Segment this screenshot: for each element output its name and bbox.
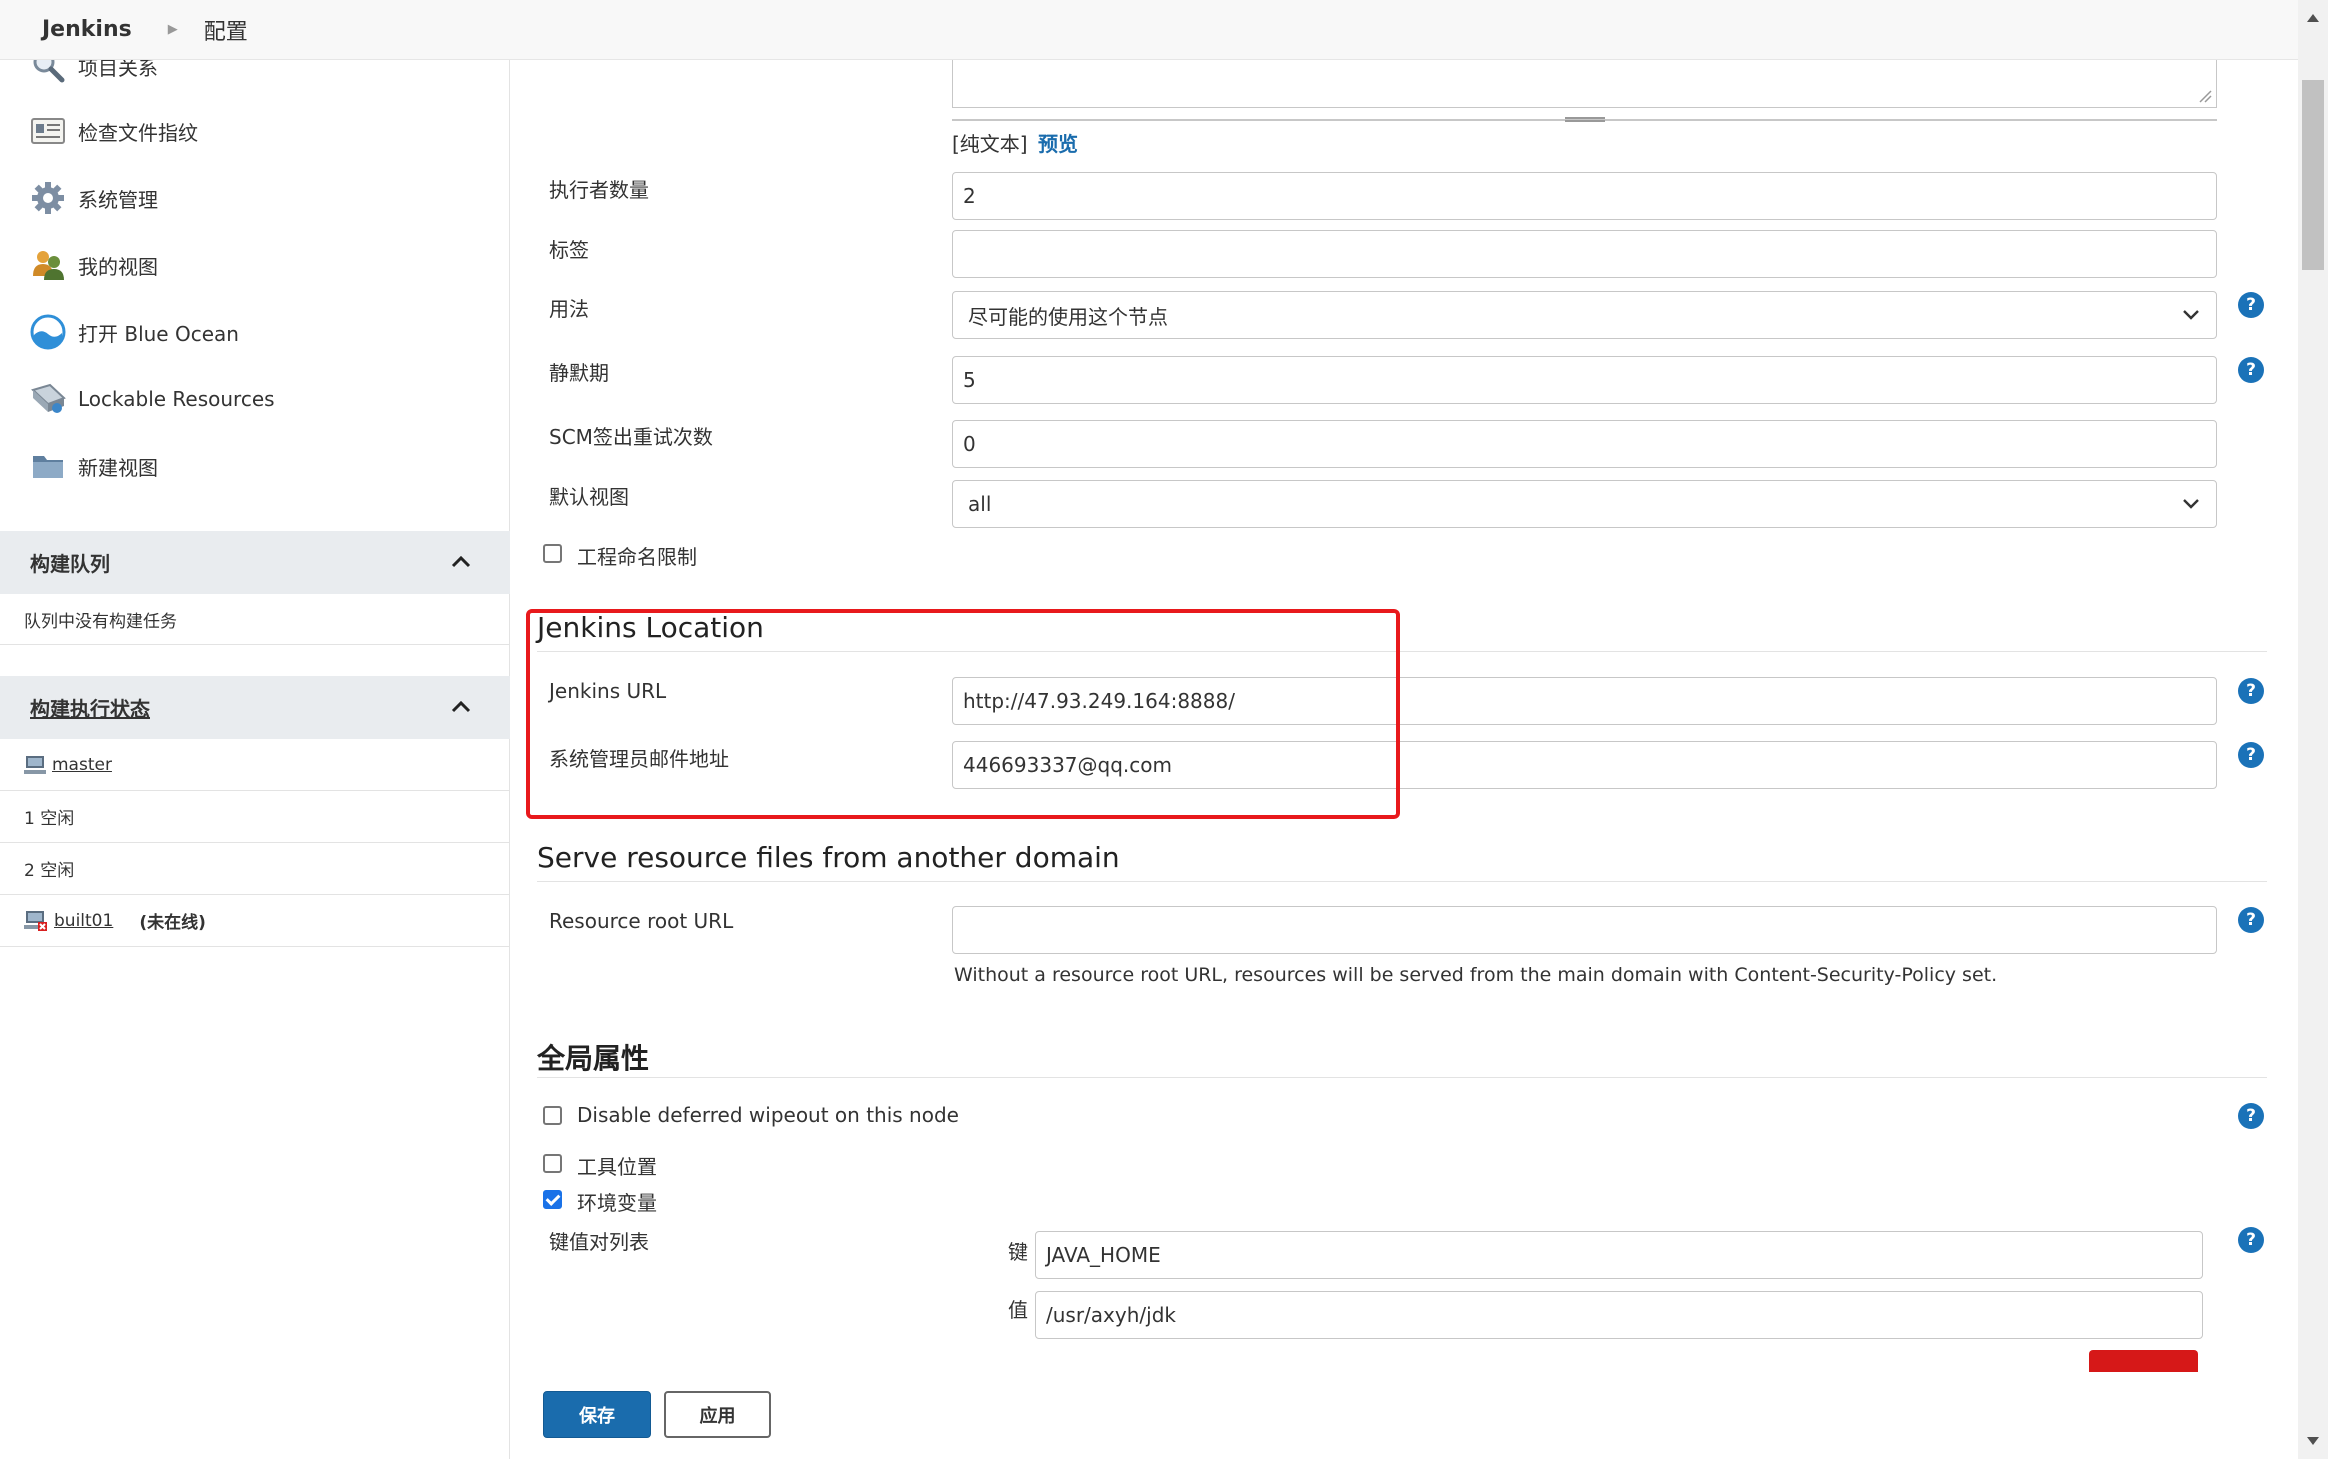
project-naming-checkbox[interactable]: [543, 544, 562, 563]
tool-locations-label: 工具位置: [577, 1155, 657, 1179]
executor-1-status: 1 空闲: [24, 809, 75, 829]
scm-retry-label: SCM签出重试次数: [549, 425, 713, 449]
help-icon[interactable]: ?: [2238, 357, 2264, 383]
usage-selected-value: 尽可能的使用这个节点: [968, 304, 1168, 329]
executors-count-input[interactable]: 2: [952, 172, 2217, 220]
fingerprint-icon: [28, 111, 68, 151]
breadcrumb-separator-icon: ▶: [167, 22, 178, 37]
build-queue-empty-text: 队列中没有构建任务: [24, 611, 177, 632]
description-textarea[interactable]: [952, 60, 2217, 108]
kv-list-label: 键值对列表: [549, 1230, 649, 1254]
side-panel: 项目关系 检查文件指纹 系统管理 我的视图 打开 Blue Ocean Lock…: [0, 51, 510, 1459]
task-label: 新建视图: [78, 455, 158, 480]
scroll-down-icon[interactable]: [2307, 1437, 2319, 1445]
task-fingerprint[interactable]: 检查文件指纹: [28, 111, 198, 151]
offline-computer-icon: [24, 910, 47, 931]
env-value-label: 值: [1008, 1298, 1028, 1322]
global-properties-title: 全局属性: [537, 1042, 650, 1075]
labels-input[interactable]: [952, 230, 2217, 278]
help-icon[interactable]: ?: [2238, 1103, 2264, 1129]
env-key-label: 键: [1008, 1240, 1028, 1264]
executor-built01-row: built01 (未在线): [0, 895, 510, 947]
chevron-up-icon[interactable]: [450, 551, 472, 573]
usage-select[interactable]: 尽可能的使用这个节点: [952, 291, 2217, 339]
usage-label: 用法: [549, 297, 589, 321]
breadcrumb-config[interactable]: 配置: [204, 14, 248, 46]
chevron-up-icon[interactable]: [450, 696, 472, 718]
task-label: 我的视图: [78, 254, 158, 279]
default-view-selected-value: all: [968, 492, 992, 516]
help-icon[interactable]: ?: [2238, 678, 2264, 704]
page-scrollbar[interactable]: [2298, 0, 2328, 1459]
task-label: 系统管理: [78, 187, 158, 212]
plain-text-label: [纯文本]: [952, 132, 1028, 156]
lock-resource-icon: [28, 379, 68, 419]
quiet-period-input[interactable]: 5: [952, 356, 2217, 404]
build-queue-header[interactable]: 构建队列: [0, 531, 510, 594]
help-icon[interactable]: ?: [2238, 907, 2264, 933]
section-divider: [537, 881, 2267, 882]
executor-built01-link[interactable]: built01: [54, 911, 113, 931]
save-button[interactable]: 保存: [543, 1391, 651, 1438]
preview-link[interactable]: 预览: [1038, 132, 1078, 156]
help-icon[interactable]: ?: [2238, 292, 2264, 318]
task-new-view[interactable]: 新建视图: [28, 446, 158, 486]
gear-icon: [28, 178, 68, 218]
resource-root-url-label: Resource root URL: [549, 909, 734, 933]
jenkins-location-highlight: [526, 609, 1400, 819]
executors-count-label: 执行者数量: [549, 178, 649, 202]
project-naming-label: 工程命名限制: [577, 545, 697, 569]
executor-master-row: master: [0, 739, 510, 791]
chevron-down-icon: [2183, 310, 2199, 320]
resource-root-url-hint: Without a resource root URL, resources w…: [954, 964, 1998, 986]
breadcrumb-jenkins-home[interactable]: Jenkins: [42, 17, 132, 42]
apply-button[interactable]: 应用: [664, 1391, 771, 1438]
default-view-select[interactable]: all: [952, 480, 2217, 528]
chevron-down-icon: [2183, 499, 2199, 509]
users-icon: [28, 245, 68, 285]
delete-button[interactable]: [2089, 1350, 2198, 1372]
serve-resource-title: Serve resource files from another domain: [537, 841, 1120, 874]
blue-ocean-icon: [28, 312, 68, 352]
resize-handle-icon[interactable]: [2198, 89, 2212, 103]
env-key-input[interactable]: JAVA_HOME: [1035, 1231, 2203, 1279]
executor-master-link[interactable]: master: [52, 755, 112, 775]
folder-icon: [28, 446, 68, 486]
executor-built01-offline: (未在线): [139, 913, 206, 933]
executors-title[interactable]: 构建执行状态: [30, 693, 150, 722]
resource-root-url-input[interactable]: [952, 906, 2217, 954]
task-label: Lockable Resources: [78, 387, 275, 411]
executors-header[interactable]: 构建执行状态: [0, 676, 510, 739]
breadcrumb: Jenkins ▶ 配置: [0, 0, 2298, 60]
task-lockable-resources[interactable]: Lockable Resources: [28, 379, 275, 419]
env-vars-label: 环境变量: [577, 1191, 657, 1215]
executor-2-status: 2 空闲: [24, 861, 75, 881]
textarea-grip[interactable]: [1565, 117, 1605, 122]
help-icon[interactable]: ?: [2238, 1227, 2264, 1253]
env-vars-checkbox[interactable]: [543, 1190, 562, 1209]
disable-wipeout-label: Disable deferred wipeout on this node: [577, 1103, 959, 1127]
disable-wipeout-checkbox[interactable]: [543, 1106, 562, 1125]
build-queue-title: 构建队列: [30, 552, 110, 576]
default-view-label: 默认视图: [549, 485, 629, 509]
labels-label: 标签: [549, 238, 589, 262]
scm-retry-input[interactable]: 0: [952, 420, 2217, 468]
computer-icon: [24, 755, 46, 774]
tool-locations-checkbox[interactable]: [543, 1154, 562, 1173]
build-queue-empty: 队列中没有构建任务: [0, 594, 510, 645]
task-label: 打开 Blue Ocean: [78, 321, 239, 346]
help-icon[interactable]: ?: [2238, 742, 2264, 768]
description-format: [纯文本] 预览: [952, 128, 1078, 157]
executor-row: 2 空闲: [0, 843, 510, 895]
task-manage-jenkins[interactable]: 系统管理: [28, 178, 158, 218]
executor-row: 1 空闲: [0, 791, 510, 843]
task-label: 检查文件指纹: [78, 120, 198, 145]
env-value-input[interactable]: /usr/axyh/jdk: [1035, 1291, 2203, 1339]
scroll-up-icon[interactable]: [2307, 14, 2319, 22]
task-blue-ocean[interactable]: 打开 Blue Ocean: [28, 312, 239, 352]
scrollbar-thumb[interactable]: [2302, 80, 2324, 270]
quiet-period-label: 静默期: [549, 361, 609, 385]
task-my-views[interactable]: 我的视图: [28, 245, 158, 285]
section-divider: [537, 1077, 2267, 1078]
